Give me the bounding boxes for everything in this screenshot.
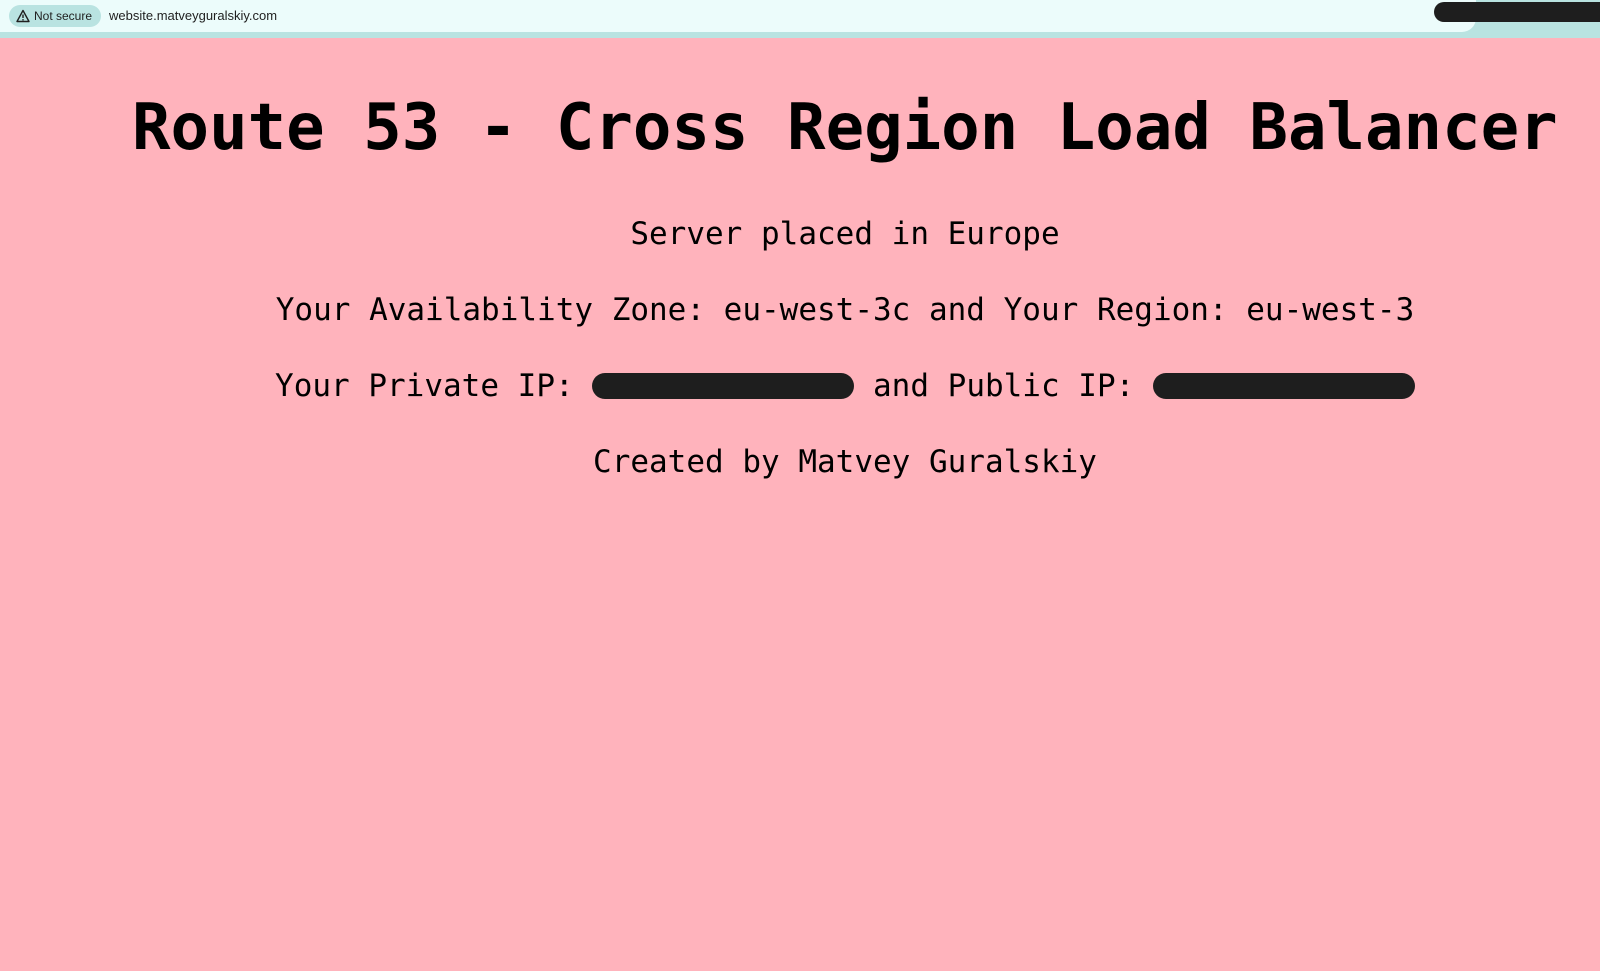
page-content: Route 53 - Cross Region Load Balancer Se… [0,38,1600,971]
private-ip-label: Your Private IP: [275,368,574,404]
security-label: Not secure [34,9,93,23]
ip-info-line: Your Private IP: and Public IP: [0,366,1600,406]
url-text[interactable]: website.matveyguralskiy.com [109,8,277,23]
warning-triangle-icon [16,9,30,23]
address-bar[interactable]: Not secure website.matveyguralskiy.com [0,0,1476,32]
redacted-toolbar-area [1434,2,1600,22]
site-info-chip[interactable]: Not secure [9,5,102,27]
availability-zone-text: Your Availability Zone: eu-west-3c and Y… [275,292,1415,328]
page-title: Route 53 - Cross Region Load Balancer [132,91,1558,165]
public-ip-label: and Public IP: [873,368,1135,404]
redacted-private-ip [592,372,855,399]
browser-toolbar: Not secure website.matveyguralskiy.com [0,0,1600,38]
redacted-public-ip [1152,372,1415,399]
server-location-text: Server placed in Europe [630,216,1060,252]
credit-text: Created by Matvey Guralskiy [593,444,1097,480]
